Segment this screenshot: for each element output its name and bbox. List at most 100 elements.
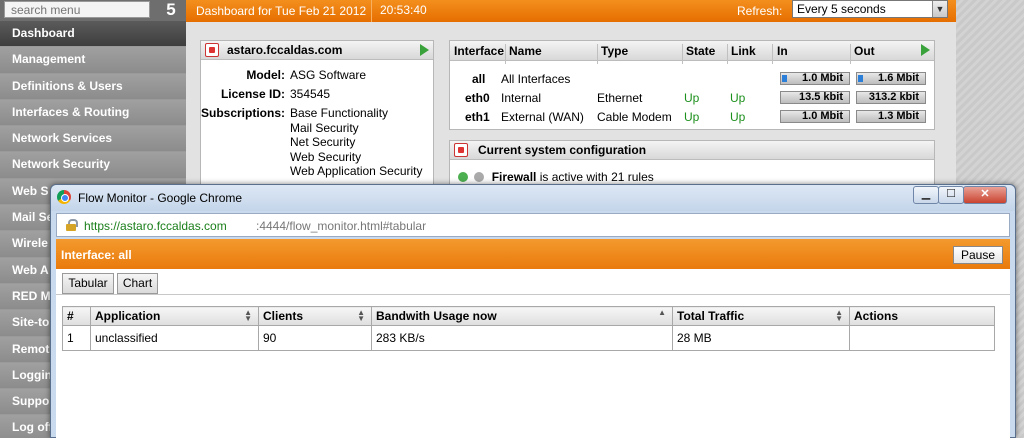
host-name: astaro.fccaldas.com	[227, 43, 343, 57]
col-bandwidth[interactable]: Bandwith Usage now ▲	[371, 306, 673, 326]
window-titlebar[interactable]: Flow Monitor - Google Chrome ▁ ☐ ✕	[51, 185, 1015, 211]
chevron-down-icon[interactable]: ▼	[932, 1, 947, 17]
sort-icon[interactable]: ▲ ▼	[357, 309, 365, 323]
iface-id: eth1	[465, 110, 490, 124]
bw-in: 13.5 kbit	[780, 91, 850, 104]
subscription-item: Net Security	[290, 135, 356, 149]
interface-label: Interface: all	[61, 248, 132, 262]
dashboard-header: Dashboard for Tue Feb 21 2012 20:53:40 R…	[186, 0, 956, 22]
iface-state: Up	[684, 91, 700, 105]
bw-out: 1.3 Mbit	[856, 110, 926, 123]
window-title: Flow Monitor - Google Chrome	[78, 191, 243, 205]
tab-divider	[56, 294, 1010, 295]
address-bar[interactable]: https://astaro.fccaldas.com :4444/flow_m…	[56, 213, 1010, 237]
subscription-item: Web Security	[290, 149, 362, 164]
table-row: 1 unclassified 90 283 KB/s 28 MB	[62, 325, 995, 351]
url-path: :4444/flow_monitor.html#tabular	[256, 219, 427, 233]
iface-name: Internal	[501, 91, 542, 105]
chrome-icon	[57, 190, 71, 204]
table-header-row: # Application ▲ ▼ Clients ▲ ▼ Bandwith Usage…	[62, 306, 995, 326]
firewall-status: Firewall is active with 21 rules	[458, 170, 654, 184]
sort-icon[interactable]: ▲ ▼	[835, 309, 843, 323]
iface-link: Up	[730, 110, 746, 124]
refresh-select-value: Every 5 seconds	[797, 2, 886, 16]
close-button[interactable]: ✕	[963, 186, 1007, 204]
col-index[interactable]: #	[62, 306, 91, 326]
expand-arrow-icon[interactable]	[921, 44, 930, 56]
col-interface: Interface	[454, 44, 505, 58]
status-green-icon	[458, 172, 468, 182]
subscription-item: Web Application Security	[290, 164, 423, 178]
col-link: Link	[731, 44, 756, 58]
sidebar-item-interfaces-routing[interactable]: Interfaces & Routing	[0, 99, 186, 127]
cell-clients: 90	[258, 325, 372, 351]
iface-state: Up	[684, 110, 700, 124]
flow-table: # Application ▲ ▼ Clients ▲ ▼ Bandwith Usage…	[62, 306, 995, 351]
iface-name: All Interfaces	[501, 72, 571, 86]
iface-name: External (WAN)	[501, 110, 584, 124]
bw-in: 1.0 Mbit	[780, 72, 850, 85]
firewall-label[interactable]: Firewall	[492, 170, 537, 184]
cell-application: unclassified	[90, 325, 259, 351]
col-actions: Actions	[849, 306, 995, 326]
iface-link: Up	[730, 91, 746, 105]
host-panel-header: astaro.fccaldas.com	[201, 41, 433, 60]
col-type: Type	[601, 44, 629, 58]
col-in: In	[777, 44, 788, 58]
interface-row-all: all All Interfaces 1.0 Mbit 1.6 Mbit	[450, 70, 936, 88]
col-application[interactable]: Application ▲ ▼	[90, 306, 259, 326]
minimize-button[interactable]: ▁	[913, 186, 939, 204]
subscription-item: Mail Security	[290, 120, 359, 135]
cell-total-traffic: 28 MB	[672, 325, 850, 351]
status-gray-icon	[474, 172, 485, 182]
tab-tabular[interactable]: Tabular	[62, 273, 114, 294]
cell-index: 1	[62, 325, 91, 351]
pause-button[interactable]: Pause	[953, 246, 1003, 264]
refresh-label: Refresh:	[737, 4, 783, 18]
expand-arrow-icon[interactable]	[420, 44, 429, 56]
col-name: Name	[509, 44, 542, 58]
config-panel-header: Current system configuration	[450, 141, 934, 160]
col-out: Out	[854, 44, 875, 58]
tab-chart[interactable]: Chart	[117, 273, 158, 294]
refresh-select[interactable]: Every 5 seconds ▼	[792, 0, 948, 18]
dashboard-time: 20:53:40	[371, 0, 427, 22]
interface-row-eth0: eth0 Internal Ethernet Up Up 13.5 kbit 3…	[450, 89, 936, 107]
search-row: 5	[0, 0, 186, 21]
bw-out: 1.6 Mbit	[856, 72, 926, 85]
maximize-button[interactable]: ☐	[938, 186, 964, 204]
iface-id: all	[472, 72, 486, 86]
interfaces-panel: Interface Name Type State Link In Out al…	[449, 40, 935, 130]
sidebar-item-dashboard[interactable]: Dashboard	[0, 21, 186, 48]
flow-monitor-window: Flow Monitor - Google Chrome ▁ ☐ ✕ https…	[50, 184, 1016, 438]
license-value: 354545	[290, 87, 331, 101]
col-clients[interactable]: Clients ▲ ▼	[258, 306, 372, 326]
astaro-logo-icon: 5	[166, 0, 176, 19]
firewall-text: is active with 21 rules	[536, 170, 654, 184]
subscriptions-key: Subscriptions:	[200, 106, 285, 120]
panel-icon	[454, 143, 468, 157]
flow-monitor-content: Interface: all Pause Tabular Chart # App…	[56, 239, 1010, 438]
sidebar-item-network-security[interactable]: Network Security	[0, 152, 186, 179]
license-key: License ID:	[220, 87, 285, 101]
panel-icon	[205, 43, 219, 57]
interface-row-eth1: eth1 External (WAN) Cable Modem Up Up 1.…	[450, 108, 936, 126]
sidebar-item-management[interactable]: Management	[0, 47, 186, 74]
iface-type: Cable Modem	[597, 110, 672, 124]
search-input[interactable]	[4, 1, 150, 18]
dashboard-title: Dashboard for Tue Feb 21 2012	[196, 4, 367, 18]
sidebar-item-definitions-users[interactable]: Definitions & Users	[0, 73, 186, 100]
col-total-traffic[interactable]: Total Traffic ▲ ▼	[672, 306, 850, 326]
sort-asc-icon[interactable]: ▲	[658, 309, 666, 317]
bw-in: 1.0 Mbit	[780, 110, 850, 123]
sort-icon[interactable]: ▲ ▼	[244, 309, 252, 323]
sidebar-item-network-services[interactable]: Network Services	[0, 126, 186, 153]
iface-type: Ethernet	[597, 91, 643, 105]
cell-actions	[849, 325, 995, 351]
config-title: Current system configuration	[478, 143, 647, 157]
interface-bar: Interface: all Pause	[56, 239, 1010, 269]
model-value: ASG Software	[290, 68, 367, 82]
interfaces-header: Interface Name Type State Link In Out	[450, 41, 934, 64]
cell-bandwidth: 283 KB/s	[371, 325, 673, 351]
model-key: Model:	[246, 68, 285, 82]
